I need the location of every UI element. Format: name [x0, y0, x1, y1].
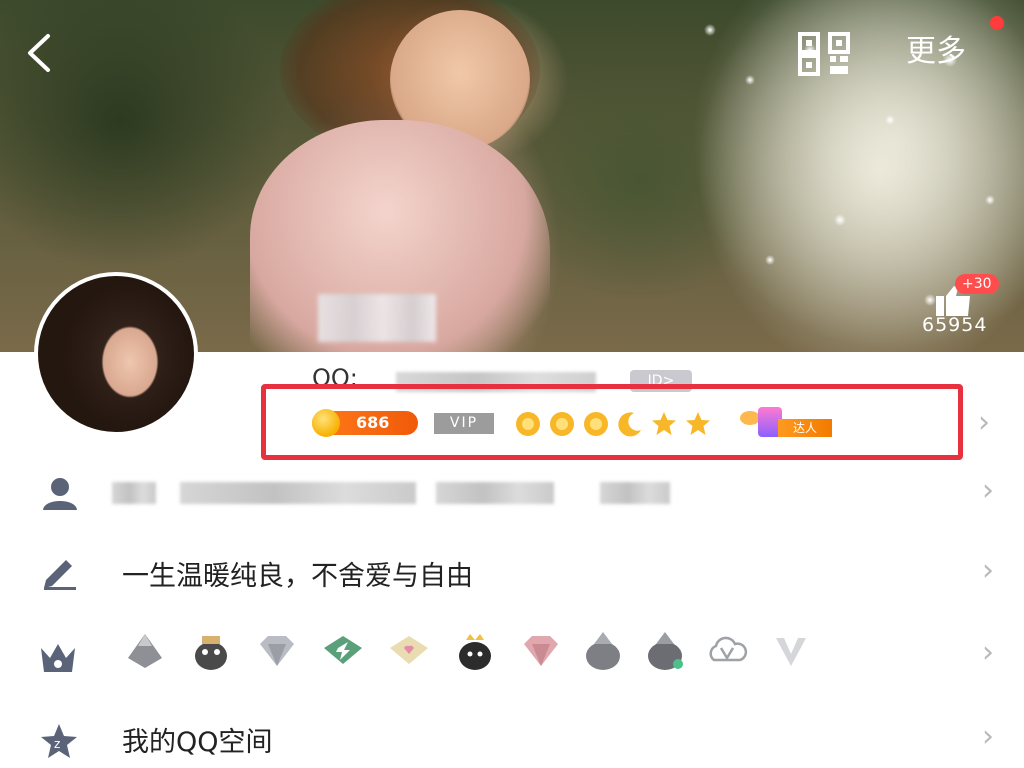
avatar[interactable] — [34, 272, 270, 436]
daren-label: 达人 — [778, 419, 832, 437]
info-blurred-1 — [112, 482, 156, 504]
sun-icon — [516, 412, 540, 436]
notification-dot — [990, 16, 1004, 30]
info-blurred-2 — [180, 482, 416, 504]
v-badge-icon[interactable] — [768, 628, 814, 674]
svg-text:z: z — [54, 737, 60, 751]
daren-badge[interactable]: 达人 — [740, 405, 834, 439]
qr-code-icon — [798, 32, 850, 76]
moon-icon — [618, 412, 641, 437]
like-count: 65954 — [922, 314, 988, 336]
nickname-blurred — [318, 294, 436, 342]
qzone-label[interactable]: 我的QQ空间 — [122, 720, 273, 759]
star-icon — [652, 412, 676, 435]
pink-diamond-icon[interactable] — [386, 628, 432, 674]
black-penguin-icon[interactable] — [452, 628, 498, 674]
like-increment-badge: +30 — [955, 274, 999, 294]
star-icon — [686, 412, 710, 435]
more-button[interactable]: 更多 — [906, 30, 966, 74]
penguin-icon[interactable] — [188, 628, 234, 674]
signature-text[interactable]: 一生温暖纯良，不舍爱与自由 — [122, 554, 473, 593]
info-blurred-4 — [600, 482, 670, 504]
coin-icon — [312, 409, 340, 437]
sun-icon — [584, 412, 608, 436]
vip-badge[interactable]: VIP — [434, 413, 494, 434]
level-icons[interactable] — [514, 410, 712, 438]
person-icon — [43, 478, 77, 510]
wing-icon — [740, 411, 760, 425]
pink-gem-icon[interactable] — [518, 628, 564, 674]
green-diamond-icon[interactable] — [320, 628, 366, 674]
diamond-icon[interactable] — [254, 628, 300, 674]
coin-count: 686 — [356, 413, 390, 432]
badges-chevron[interactable]: › — [978, 408, 990, 438]
pencil-icon — [44, 560, 76, 590]
info-chevron[interactable]: › — [982, 476, 994, 506]
avatar-image — [34, 272, 198, 436]
crown-icon — [41, 644, 75, 672]
back-button[interactable] — [20, 30, 60, 76]
gray-penguin-icon[interactable] — [580, 628, 626, 674]
gray-penguin-icon[interactable] — [122, 628, 168, 674]
coin-badge[interactable]: 686 — [312, 409, 418, 437]
qzone-chevron[interactable]: › — [982, 722, 994, 752]
honors-chevron[interactable]: › — [982, 638, 994, 668]
info-blurred-3 — [436, 482, 554, 504]
qr-code-button[interactable] — [798, 32, 854, 76]
sun-icon — [550, 412, 574, 436]
chevron-left-icon — [28, 34, 50, 72]
gray-penguin-icon[interactable] — [642, 628, 688, 674]
cloud-v-icon[interactable] — [704, 628, 750, 674]
signature-chevron[interactable]: › — [982, 556, 994, 586]
star-z-icon: z — [41, 724, 77, 758]
